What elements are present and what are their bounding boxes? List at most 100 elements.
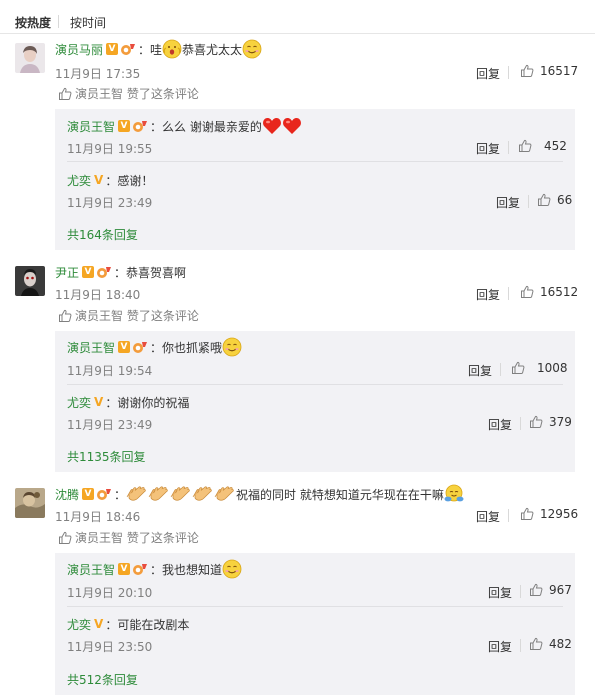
- smile-emoji-icon: [242, 39, 262, 59]
- verified-icon: V: [94, 173, 104, 187]
- liked-by-text: 演员王智 赞了这条评论: [75, 87, 199, 101]
- comment-text: 祝福的同时 就特想知道元华现在在干嘛: [236, 487, 444, 502]
- reply-button[interactable]: 回复: [476, 286, 500, 303]
- comment-header: 尹正 V ：恭喜贺喜啊: [55, 263, 186, 281]
- reply-time: 11月9日 23:50: [67, 640, 153, 654]
- thumb-up-icon: [520, 285, 534, 299]
- comment-text-prefix: ：: [114, 487, 127, 502]
- reply-thread: 演员王智 V ：我也想知道 11月9日 20:10 回复 967 尤奕 V ：可…: [55, 553, 575, 695]
- surprised-emoji-icon: [162, 39, 182, 59]
- reply-button[interactable]: 回复: [488, 584, 512, 601]
- more-replies-link[interactable]: 共512条回复: [67, 671, 138, 688]
- reply-user-name[interactable]: 演员王智: [67, 118, 115, 135]
- reply-user-name[interactable]: 演员王智: [67, 339, 115, 356]
- reply-user-name[interactable]: 演员王智: [67, 561, 115, 578]
- like-button[interactable]: 16512: [520, 285, 578, 299]
- reply-button[interactable]: 回复: [488, 416, 512, 433]
- reply-thread: 演员王智 V ：么么 谢谢最亲爱的 11月9日 19:55 回复 452 尤奕 …: [55, 109, 575, 250]
- reply-user-name[interactable]: 尤奕: [67, 172, 91, 189]
- reply-time: 11月9日 23:49: [67, 418, 153, 432]
- verified-icon: V: [118, 341, 131, 353]
- verified-icon: V: [82, 266, 95, 278]
- reply-button[interactable]: 回复: [476, 508, 500, 525]
- like-button[interactable]: 16517: [520, 64, 578, 78]
- like-button[interactable]: 12956: [520, 507, 578, 521]
- verified-icon: V: [94, 395, 104, 409]
- medal-icon: [132, 563, 148, 576]
- sort-by-time-tab[interactable]: 按时间: [70, 14, 106, 31]
- like-count: 16512: [540, 285, 579, 299]
- verified-icon: V: [106, 43, 119, 55]
- more-replies-link[interactable]: 共1135条回复: [67, 448, 146, 465]
- like-divider: [520, 639, 521, 652]
- verified-icon: V: [94, 617, 104, 631]
- reply-time: 11月9日 23:49: [67, 196, 153, 210]
- reply-text: ：感谢！: [105, 173, 154, 188]
- avatar[interactable]: [15, 488, 45, 518]
- reply-button[interactable]: 回复: [488, 638, 512, 655]
- sort-divider: [58, 15, 59, 28]
- like-count: 452: [544, 139, 567, 153]
- reply-text: ：我也想知道: [150, 562, 223, 577]
- user-name[interactable]: 演员马丽: [55, 41, 103, 58]
- comment-header: 演员马丽 V ：哇 恭喜尤太太: [55, 40, 262, 58]
- smile-emoji-icon: [222, 559, 242, 579]
- like-button[interactable]: 379: [529, 415, 572, 429]
- like-button[interactable]: 66: [537, 193, 572, 207]
- sort-by-hot-tab[interactable]: 按热度: [15, 14, 51, 31]
- like-count: 12956: [540, 507, 579, 521]
- user-name[interactable]: 尹正: [55, 264, 79, 281]
- like-count: 967: [549, 583, 572, 597]
- verified-icon: V: [118, 120, 131, 132]
- reply-button[interactable]: 回复: [496, 194, 520, 211]
- clap-emoji-icon: [148, 485, 170, 503]
- avatar[interactable]: [15, 266, 45, 296]
- user-name[interactable]: 沈腾: [55, 486, 79, 503]
- clap-emoji-icon: [192, 485, 214, 503]
- like-count: 1008: [537, 361, 568, 375]
- like-count: 16517: [540, 64, 579, 78]
- reply-time: 11月9日 20:10: [67, 586, 153, 600]
- clap-emoji-icon: [170, 485, 192, 503]
- reply-user-name[interactable]: 尤奕: [67, 394, 91, 411]
- reply-button[interactable]: 回复: [476, 65, 500, 82]
- like-count: 482: [549, 637, 572, 651]
- thumb-up-icon: [529, 637, 543, 651]
- reply-user-name[interactable]: 尤奕: [67, 616, 91, 633]
- thumb-up-icon: [58, 87, 72, 101]
- thumb-up-icon: [537, 193, 551, 207]
- thumb-up-icon: [58, 531, 72, 545]
- avatar[interactable]: [15, 43, 45, 73]
- reply-button[interactable]: 回复: [476, 140, 500, 157]
- like-button[interactable]: 967: [529, 583, 572, 597]
- liked-by-text: 演员王智 赞了这条评论: [75, 531, 199, 545]
- comment-time: 11月9日 17:35: [55, 67, 141, 81]
- liked-by-line: 演员王智 赞了这条评论: [58, 529, 199, 546]
- liked-by-text: 演员王智 赞了这条评论: [75, 309, 199, 323]
- comment-text: 恭喜尤太太: [182, 42, 243, 57]
- sort-bar: 按热度 按时间: [0, 0, 595, 34]
- clap-emoji-icon: [214, 485, 236, 503]
- reply-button[interactable]: 回复: [468, 362, 492, 379]
- like-count: 379: [549, 415, 572, 429]
- like-count: 66: [557, 193, 573, 207]
- liked-by-line: 演员王智 赞了这条评论: [58, 85, 199, 102]
- heart-emoji-icon: [262, 117, 282, 135]
- reply-text: ：你也抓紧哦: [150, 340, 223, 355]
- medal-icon: [96, 266, 112, 279]
- like-button[interactable]: 452: [518, 139, 567, 153]
- reply-item: 尤奕 V ：谢谢你的祝福 11月9日 23:49 回复 379: [67, 393, 572, 432]
- reply-item: 尤奕 V ：可能在改剧本 11月9日 23:50 回复 482: [67, 615, 572, 654]
- like-divider: [508, 287, 509, 300]
- medal-icon: [132, 120, 148, 133]
- like-button[interactable]: 1008: [511, 361, 568, 375]
- verified-icon: V: [82, 488, 95, 500]
- medal-icon: [96, 488, 112, 501]
- more-replies-link[interactable]: 共164条回复: [67, 226, 138, 243]
- medal-icon: [120, 43, 136, 56]
- reply-item: 尤奕 V ：感谢！ 11月9日 23:49 回复 66: [67, 171, 572, 210]
- thumb-up-icon: [529, 415, 543, 429]
- verified-icon: V: [118, 563, 131, 575]
- like-button[interactable]: 482: [529, 637, 572, 651]
- heart-emoji-icon: [282, 117, 302, 135]
